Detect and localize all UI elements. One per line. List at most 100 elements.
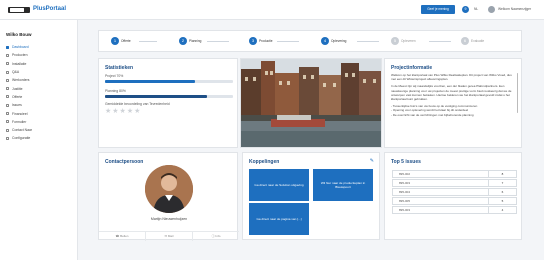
top-bar: PlusPortaal Geef je mening 9 NL Welkom N… [0,0,544,20]
contact-name: Martijn Nieuwenhuijzen [150,217,188,221]
sidebar-item-formulier[interactable]: Formulier [4,118,74,126]
step-connector [207,41,229,42]
sidebar-item-label: Configuratie [12,136,31,141]
sidebar-item-installatie[interactable]: Installatie [4,60,74,68]
person-photo [145,165,193,213]
sidebar-item-issues[interactable]: Issues [4,101,74,109]
call-label: Bellen [120,234,129,238]
company-logo[interactable] [8,7,30,13]
phone-icon [6,128,9,132]
sidebar-item-label: Offerte [12,94,23,99]
info-paragraph: Welkom op het klantportaal van Plus Wilk… [391,73,512,82]
contact-title: Contactpersoon [105,159,144,165]
sidebar-item-label: Financieel [12,111,28,116]
contact-card: Contactpersoon Martijn Nieuwenhuijzen ☎ … [98,152,239,241]
rating-stars[interactable]: ★★★★★ [105,107,141,115]
table-row[interactable]: 895-003 4 [392,206,517,214]
planning-progress-fill [105,95,208,98]
project-photo [240,58,382,148]
top-issues-card: Top 5 issues 895-002 8 895-003 7 895-004 6 … [384,152,522,240]
table-row[interactable]: 895-003 7 [392,179,517,187]
sidebar-item-configuratie[interactable]: Configuratie [4,134,74,142]
step-label: Opleveren [401,39,416,43]
project-info-text: Welkom op het klantportaal van Plus Wilk… [391,73,515,120]
project-progress-fill [105,80,195,83]
info-scrollbar[interactable] [516,73,518,113]
sidebar-item-label: Issues [12,103,22,108]
sidebar-item-label: Dashboard [12,45,29,50]
form-icon [6,120,9,124]
dashboard-icon [6,45,9,49]
step-number: 4 [321,37,329,45]
step-productie[interactable]: 3 Productie [249,37,272,45]
sidebar-item-label: Formulier [12,119,27,124]
sidebar-item-contact[interactable]: Contact Naar [4,126,74,134]
mail-button[interactable]: ✉ Mail [146,232,193,241]
project-info-title: Projectinformatie [391,65,433,71]
issue-id: 895-003 [399,181,411,185]
table-row[interactable]: 895-002 8 [392,170,517,178]
notification-count: 9 [464,7,467,11]
call-button[interactable]: ☎ Bellen [99,232,146,241]
info-button[interactable]: ⓘ Info [193,232,239,241]
sidebar-item-qa[interactable]: Q&A [4,68,74,76]
info-bullet: - De overzicht van de verrichtingen met … [391,112,474,117]
issue-count: 4 [488,207,516,213]
contact-actions: ☎ Bellen ✉ Mail ⓘ Info [99,231,239,241]
notification-icon[interactable]: 9 [462,6,469,13]
sidebar-item-label: Q&A [12,70,20,75]
canal-house-image [241,59,381,147]
edit-icon[interactable]: ✎ [370,158,374,164]
step-connector [357,41,379,42]
sidebar-item-offerte[interactable]: Offerte [4,93,74,101]
step-label: Offerte [121,39,131,43]
top-issues-title: Top 5 issues [391,159,421,165]
step-evaluatie[interactable]: 6 Evaluatie [461,37,484,45]
language-switch[interactable]: NL [474,7,478,11]
table-row[interactable]: 895-004 6 [392,188,517,196]
project-progress-bar [105,80,233,83]
step-planning[interactable]: 2 Planning [179,37,201,45]
alert-icon [6,103,9,107]
step-number: 2 [179,37,187,45]
brand-name: PlusPortaal [33,6,67,12]
sidebar-item-label: Justitie [12,86,23,91]
table-row[interactable]: 895-005 5 [392,197,517,205]
sidebar-item-justitie[interactable]: Justitie [4,84,74,92]
sidebar: Wilko Bouw Dashboard Producten Installat… [0,20,78,260]
sidebar-item-werkorders[interactable]: Werkorders [4,76,74,84]
sidebar-item-financieel[interactable]: Financieel [4,109,74,117]
user-icon[interactable] [488,6,495,13]
rating-label: Gemiddelde beoordeling van Tevredenheid [105,102,170,106]
feedback-button[interactable]: Geef je mening [421,5,455,14]
step-number: 6 [461,37,469,45]
scale-icon [6,87,9,91]
sidebar-item-dashboard[interactable]: Dashboard [4,43,74,51]
issue-count: 6 [488,189,516,195]
link-tile[interactable]: Wil hier naar de productieplan in Blauwp… [313,169,373,201]
planning-progress-label: Planning 80% [105,89,126,93]
link-tile[interactable]: Ga direct naar de Solution uitgaving [249,169,309,201]
sidebar-title: Wilko Bouw [6,32,32,37]
sidebar-item-label: Werkorders [12,78,30,83]
sidebar-item-label: Installatie [12,61,27,66]
step-oplevering[interactable]: 4 Oplevering [321,37,346,45]
link-tile[interactable]: Ga direct naar de pagina van [...] [249,203,309,235]
step-offerte[interactable]: 1 Offerte [111,37,131,45]
contact-avatar [145,165,193,213]
step-number: 5 [391,37,399,45]
planning-progress-bar [105,95,233,98]
step-opleveren[interactable]: 5 Opleveren [391,37,416,45]
user-menu[interactable]: Welkom Naamenzijger [498,7,531,11]
document-icon [6,95,9,99]
step-label: Planning [189,39,202,43]
links-card: Koppelingen ✎ Ga direct naar de Solution… [242,152,380,240]
step-label: Oplevering [331,39,347,43]
step-connector [429,41,451,42]
issue-id: 895-002 [399,172,411,176]
project-progress-steps: 1 Offerte 2 Planning 3 Productie 4 Opleverin… [98,30,522,52]
sidebar-item-label: Contact Naar [12,128,32,133]
step-label: Productie [259,39,273,43]
sidebar-item-producten[interactable]: Producten [4,51,74,59]
step-number: 1 [111,37,119,45]
